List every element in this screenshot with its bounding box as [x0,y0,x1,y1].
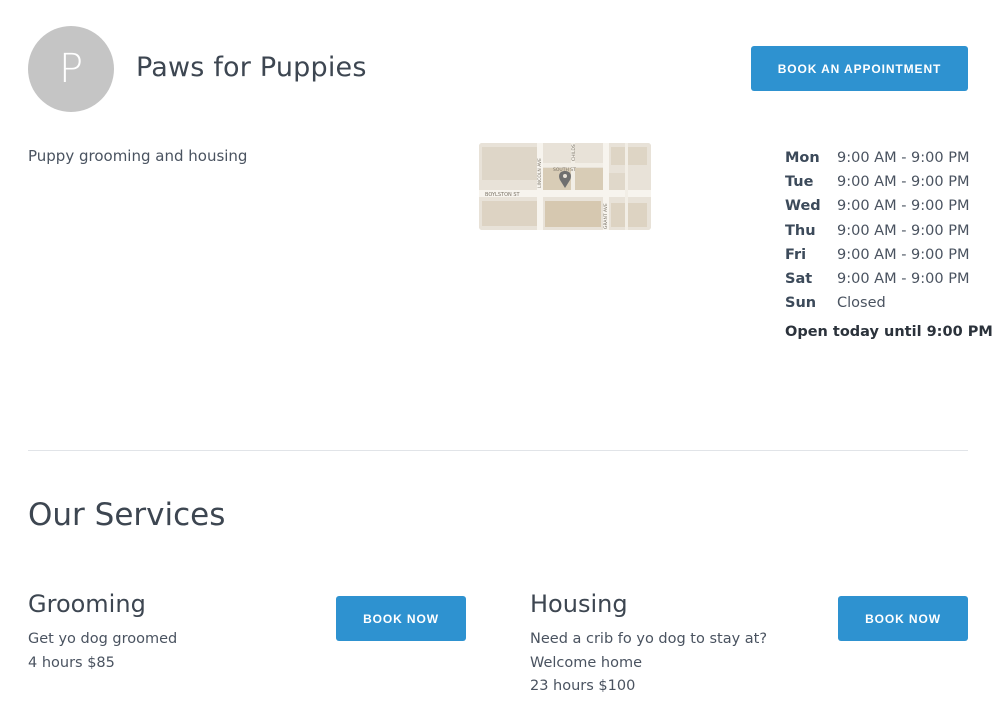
service-duration-price: 4 hours $85 [28,654,115,671]
hours-time: 9:00 AM - 9:00 PM [837,174,970,191]
location-map[interactable]: BOYLSTON ST LINCOLN AVE CHILDS SOUTH ST … [479,143,651,230]
service-name: Grooming [28,590,146,618]
map-graphic: BOYLSTON ST LINCOLN AVE CHILDS SOUTH ST … [479,143,651,230]
service-card-grooming: Grooming Get yo dog groomed 4 hours $85 [28,590,318,675]
service-description: Get yo dog groomed [28,631,178,647]
hours-time: 9:00 AM - 9:00 PM [837,271,970,288]
service-duration-price: 23 hours $100 [530,678,636,694]
map-street-label: BOYLSTON ST [485,192,521,198]
hours-day: Tue [785,174,814,191]
map-street-label: LINCOLN AVE [537,158,543,188]
services-title: Our Services [28,497,226,533]
business-description: Puppy grooming and housing [28,147,248,165]
hours-day: Thu [785,222,816,239]
hours-table: Mon 9:00 AM - 9:00 PM Tue 9:00 AM - 9:00… [785,146,985,315]
service-card-housing: Housing Need a crib fo yo dog to stay at… [530,590,830,699]
hours-row-sat: Sat 9:00 AM - 9:00 PM [785,267,985,291]
service-description: Need a crib fo yo dog to stay at? Welcom… [530,631,768,671]
map-street-label: CHILDS [571,144,577,161]
hours-row-tue: Tue 9:00 AM - 9:00 PM [785,170,985,194]
business-name: Paws for Puppies [136,52,367,83]
hours-row-mon: Mon 9:00 AM - 9:00 PM [785,146,985,170]
hours-day: Wed [785,198,821,215]
hours-time: Closed [837,295,886,312]
hours-time: 9:00 AM - 9:00 PM [837,150,970,167]
open-today-status: Open today until 9:00 PM [785,324,993,340]
avatar: P [28,26,114,112]
hours-row-sun: Sun Closed [785,291,985,315]
book-appointment-button[interactable]: BOOK AN APPOINTMENT [751,46,968,91]
hours-row-fri: Fri 9:00 AM - 9:00 PM [785,243,985,267]
hours-row-thu: Thu 9:00 AM - 9:00 PM [785,219,985,243]
hours-day: Mon [785,150,820,167]
hours-time: 9:00 AM - 9:00 PM [837,222,970,239]
book-now-grooming-button[interactable]: BOOK NOW [336,596,466,641]
service-name: Housing [530,590,628,618]
hours-day: Fri [785,246,807,263]
hours-time: 9:00 AM - 9:00 PM [837,246,970,263]
section-divider [28,450,968,451]
hours-day: Sat [785,271,813,288]
hours-day: Sun [785,295,817,312]
hours-row-wed: Wed 9:00 AM - 9:00 PM [785,194,985,218]
book-now-housing-button[interactable]: BOOK NOW [838,596,968,641]
hours-time: 9:00 AM - 9:00 PM [837,198,970,215]
map-street-label: GRANT AVE [603,203,609,229]
